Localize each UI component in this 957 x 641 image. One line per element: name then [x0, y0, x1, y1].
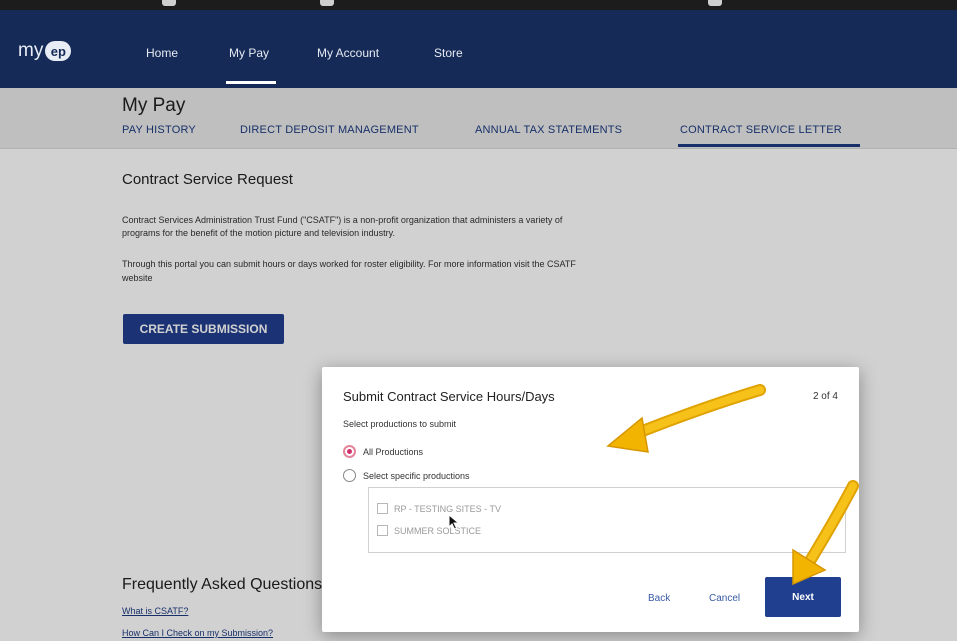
- logo[interactable]: my ep: [18, 40, 72, 62]
- browser-top-strip: [0, 0, 957, 10]
- top-navbar: my ep Home My Pay My Account Store: [0, 10, 957, 88]
- tab-indicator: [708, 0, 722, 6]
- radio-all-productions[interactable]: All Productions: [343, 445, 423, 458]
- cursor-arrow-icon: [448, 514, 460, 530]
- checkbox[interactable]: [377, 525, 388, 536]
- modal-subtitle: Select productions to submit: [343, 419, 457, 429]
- modal-title: Submit Contract Service Hours/Days: [343, 389, 555, 404]
- step-indicator: 2 of 4: [812, 391, 838, 402]
- logo-text: my: [18, 40, 44, 61]
- radio-specific-productions[interactable]: Select specific productions: [343, 469, 470, 482]
- radio-button[interactable]: [343, 469, 356, 482]
- checkbox[interactable]: [377, 503, 388, 514]
- production-item[interactable]: RP - TESTING SITES - TV: [377, 503, 501, 514]
- production-label: RP - TESTING SITES - TV: [394, 503, 502, 514]
- nav-item-store[interactable]: Store: [434, 46, 463, 60]
- nav-item-home[interactable]: Home: [146, 46, 178, 60]
- radio-label: All Productions: [363, 446, 424, 457]
- nav-active-indicator: [226, 81, 276, 84]
- back-button[interactable]: Back: [648, 593, 670, 604]
- tab-indicator: [162, 0, 176, 6]
- nav-item-my-pay[interactable]: My Pay: [229, 46, 269, 60]
- radio-label: Select specific productions: [363, 470, 470, 481]
- next-button[interactable]: Next: [765, 577, 841, 617]
- production-label: SUMMER SOLSTICE: [394, 525, 482, 536]
- radio-button[interactable]: [343, 445, 356, 458]
- tab-indicator: [320, 0, 334, 6]
- submit-hours-modal: Submit Contract Service Hours/Days 2 of …: [322, 367, 859, 632]
- nav-item-my-account[interactable]: My Account: [317, 46, 379, 60]
- logo-badge: ep: [45, 41, 72, 61]
- cancel-button[interactable]: Cancel: [709, 593, 740, 604]
- productions-list: RP - TESTING SITES - TV SUMMER SOLSTICE: [368, 487, 846, 553]
- production-item[interactable]: SUMMER SOLSTICE: [377, 525, 481, 536]
